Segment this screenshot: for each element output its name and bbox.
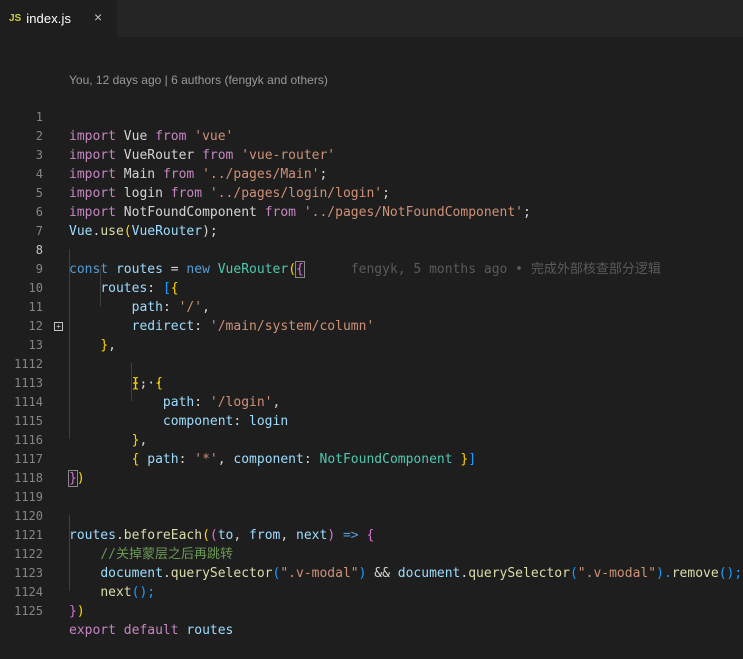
code-line: 6 Vue.use(VueRouter);	[0, 184, 743, 239]
code-line: 1 import Vue from 'vue'	[0, 89, 743, 144]
code-line: 9 routes: [{	[0, 241, 743, 296]
token: default	[123, 623, 179, 638]
code-line: 12 },	[0, 298, 743, 353]
code-line: 2 import VueRouter from 'vue-router'	[0, 108, 743, 163]
tab-filename: index.js	[26, 11, 72, 26]
code-line: 7	[0, 203, 743, 238]
token: export	[69, 623, 116, 638]
token: }	[69, 604, 77, 619]
close-icon[interactable]: ×	[94, 9, 102, 25]
code-line: 1116 { path: '*', component: NotFoundCom…	[0, 412, 743, 467]
code-line: 4 import login from '../pages/login/logi…	[0, 146, 743, 201]
fold-expand-icon[interactable]: +	[54, 322, 63, 331]
code-line: 1123 next();	[0, 545, 743, 600]
code-line-current: 8 const routes = new VueRouter({ fengyk,…	[0, 222, 743, 278]
code-line: 1120 routes.beforeEach((to, from, next) …	[0, 488, 743, 543]
tab-index-js[interactable]: JS index.js ×	[0, 0, 117, 37]
code-line: 11 redirect: '/main/system/column'	[0, 279, 743, 334]
code-line: 1117 })	[0, 431, 743, 487]
code-line: 1119	[0, 469, 743, 504]
token: routes	[186, 623, 234, 638]
code-line: 1125 export default routes	[0, 583, 743, 638]
code-line: 1114 component: login	[0, 374, 743, 429]
javascript-file-icon: JS	[9, 13, 22, 24]
token: )	[76, 604, 85, 619]
code-line: 5 import NotFoundComponent from '../page…	[0, 165, 743, 220]
code-line: 1115 },	[0, 393, 743, 448]
editor-tab-bar: JS index.js ×	[0, 0, 743, 37]
code-line: 1121 //关掉蒙层之后再跳转	[0, 507, 743, 562]
code-line: 1118	[0, 450, 743, 485]
code-editor[interactable]: You, 12 days ago | 6 authors (fengyk and…	[0, 37, 743, 638]
code-line: 1112 }, {	[0, 336, 743, 391]
code-line-folded: 13 + {···	[0, 317, 743, 391]
code-line: 3 import Main from '../pages/Main';	[0, 127, 743, 182]
code-line: 1124 })	[0, 564, 743, 619]
code-line: 10 path: '/',	[0, 260, 743, 315]
code-line: 1122 document.querySelector(".v-modal") …	[0, 526, 743, 581]
code-line: 1113 path: '/login',	[0, 355, 743, 410]
line-number: 1125	[14, 604, 43, 618]
git-blame-codelens[interactable]: You, 12 days ago | 6 authors (fengyk and…	[69, 73, 328, 87]
